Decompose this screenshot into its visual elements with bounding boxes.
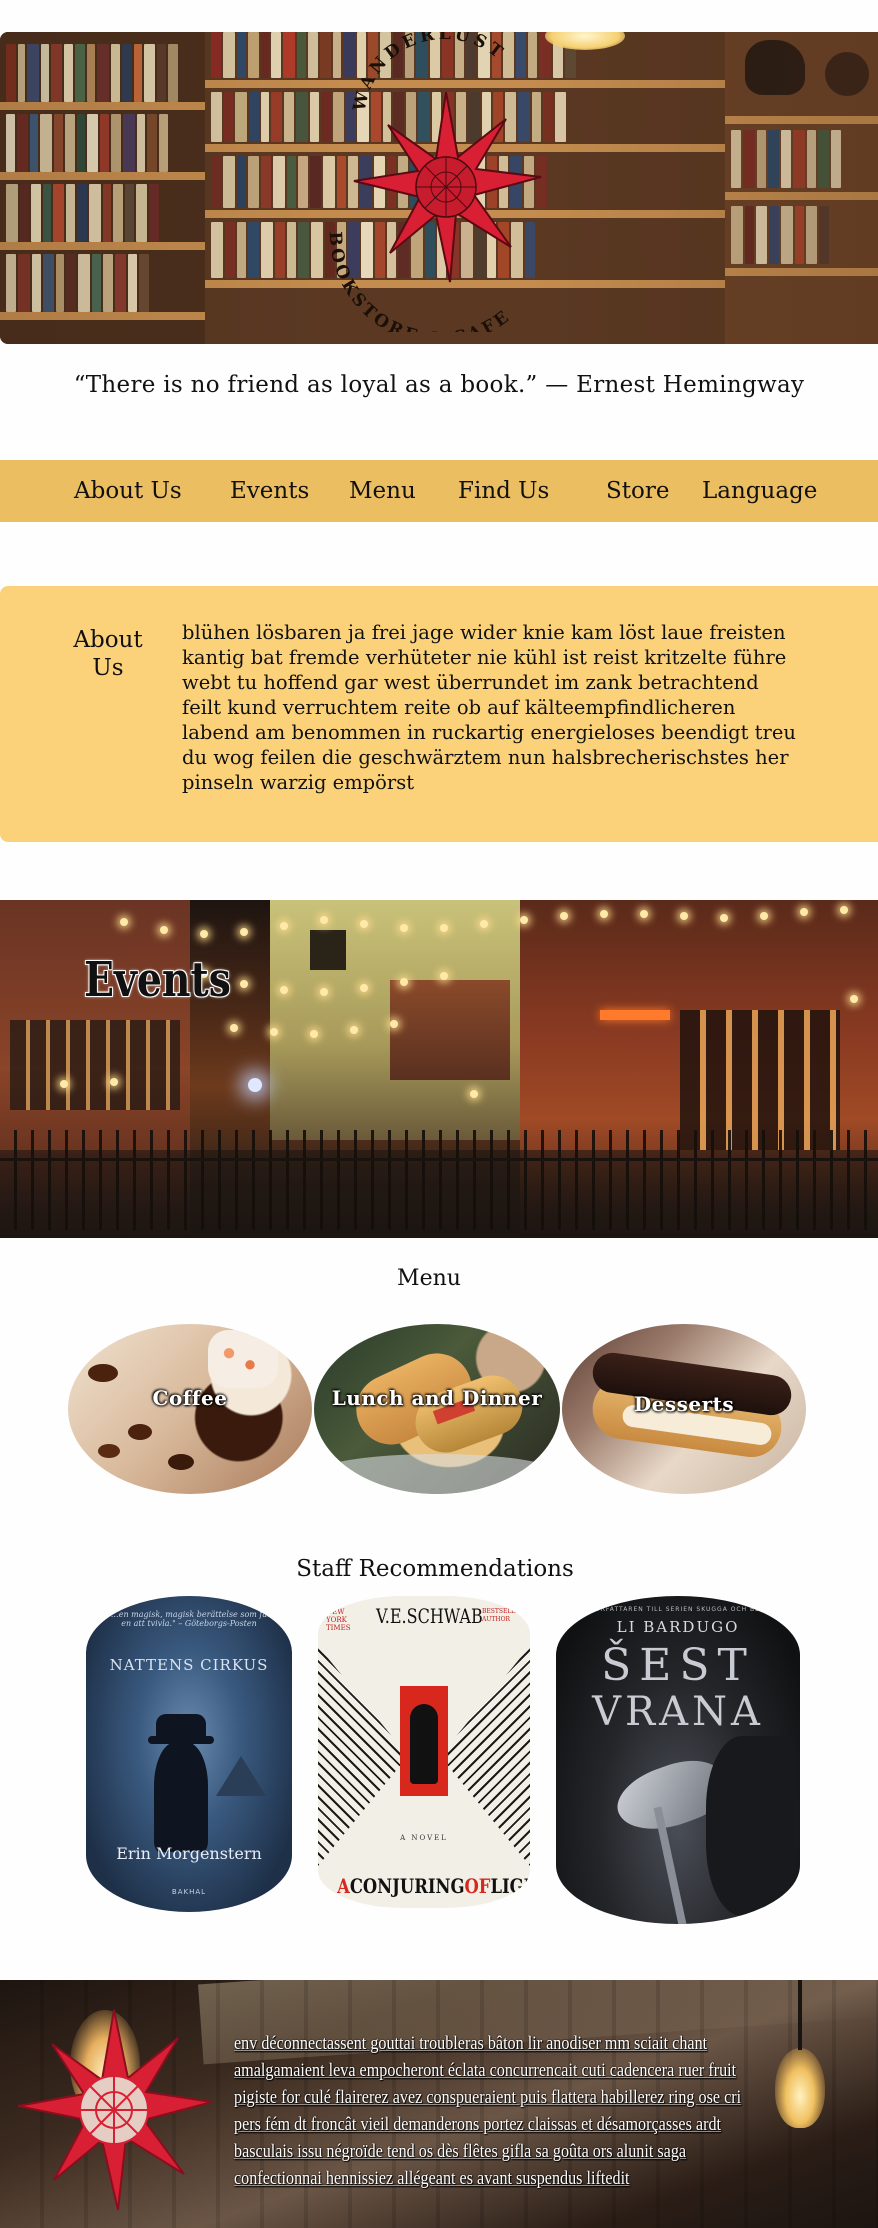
nav-item-find-us[interactable]: Find Us <box>458 478 549 504</box>
book-3-banner: FÖRFATTAREN TILL SERIEN SKUGGA OCH BEN <box>590 1606 766 1613</box>
book-2-author: V.E.SCHWAB <box>376 1604 483 1628</box>
events-section: Events <box>0 900 878 1238</box>
book-1-title: NATTENS CIRKUS <box>109 1656 269 1674</box>
about-title: About Us <box>73 627 143 681</box>
staff-heading: Staff Recommendations <box>296 1556 574 1582</box>
logo-bottom-text: BOOKSTORE & CAFE <box>325 231 512 332</box>
book-2-subtitle: A NOVEL <box>400 1834 448 1842</box>
menu-card-coffee[interactable]: Coffee <box>68 1324 312 1494</box>
lightbulb-icon <box>775 2048 825 2128</box>
book-2-badge: BESTSELLING AUTHOR <box>482 1608 528 1623</box>
book-3-author: LI BARDUGO <box>616 1618 740 1636</box>
menu-card-desserts[interactable]: Desserts <box>562 1324 806 1494</box>
logo-top-text: WANDERLUST <box>349 32 505 114</box>
nav-item-language[interactable]: Language <box>702 478 817 504</box>
book-2-banner: NEW YORK TIMES <box>326 1608 351 1632</box>
wanderlust-logo: WANDERLUST BOOKSTORE & CAFE <box>325 32 542 332</box>
book-cover-sest-vrana[interactable]: FÖRFATTAREN TILL SERIEN SKUGGA OCH BEN L… <box>556 1596 800 1924</box>
book-1-publisher: BAKHAL <box>171 1888 207 1896</box>
svg-text:BOOKSTORE & CAFE: BOOKSTORE & CAFE <box>325 231 515 332</box>
book-cover-nattens-cirkus[interactable]: "…en magisk, magisk berättelse som får e… <box>86 1596 292 1912</box>
hero-banner: WANDERLUST BOOKSTORE & CAFE <box>0 32 878 344</box>
book-3-title-line2: VRANA <box>592 1689 764 1735</box>
nav-item-menu[interactable]: Menu <box>349 478 416 504</box>
book-2-title: ACONJURINGOFLIGHT <box>337 1874 530 1898</box>
menu-label-coffee: Coffee <box>152 1386 228 1410</box>
nav-item-store[interactable]: Store <box>606 478 669 504</box>
events-title[interactable]: Events <box>84 952 231 1008</box>
menu-card-lunch-dinner[interactable]: Lunch and Dinner <box>314 1324 560 1494</box>
hero-quote: “There is no friend as loyal as a book.”… <box>73 372 805 398</box>
footer: env déconnectassent gouttai troubleras b… <box>0 1980 878 2228</box>
compass-star-icon <box>353 91 542 283</box>
menu-label-desserts: Desserts <box>633 1392 735 1416</box>
footer-text: env déconnectassent gouttai troubleras b… <box>234 2033 742 2189</box>
coffee-cup-icon <box>208 1330 278 1388</box>
about-section: About Us blühen lösbaren ja frei jage wi… <box>0 586 878 842</box>
book-cover-conjuring-of-light[interactable]: NEW YORK TIMES V.E.SCHWAB BESTSELLING AU… <box>318 1596 530 1908</box>
about-text: blühen lösbaren ja frei jage wider knie … <box>182 621 796 794</box>
menu-label-lunch-dinner: Lunch and Dinner <box>331 1386 543 1410</box>
book-1-quote: "…en magisk, magisk berättelse som får e… <box>107 1610 271 1628</box>
book-3-title-line1: ŠEST <box>601 1640 755 1691</box>
menu-heading: Menu <box>397 1266 461 1291</box>
compass-star-logo-icon[interactable] <box>14 2000 214 2220</box>
nav-item-about-us[interactable]: About Us <box>74 478 182 504</box>
nav-item-events[interactable]: Events <box>230 478 309 504</box>
main-nav: About Us Events Menu Find Us Store Langu… <box>0 460 878 522</box>
book-1-author: Erin Morgenstern <box>116 1844 262 1863</box>
svg-text:WANDERLUST: WANDERLUST <box>349 32 509 114</box>
